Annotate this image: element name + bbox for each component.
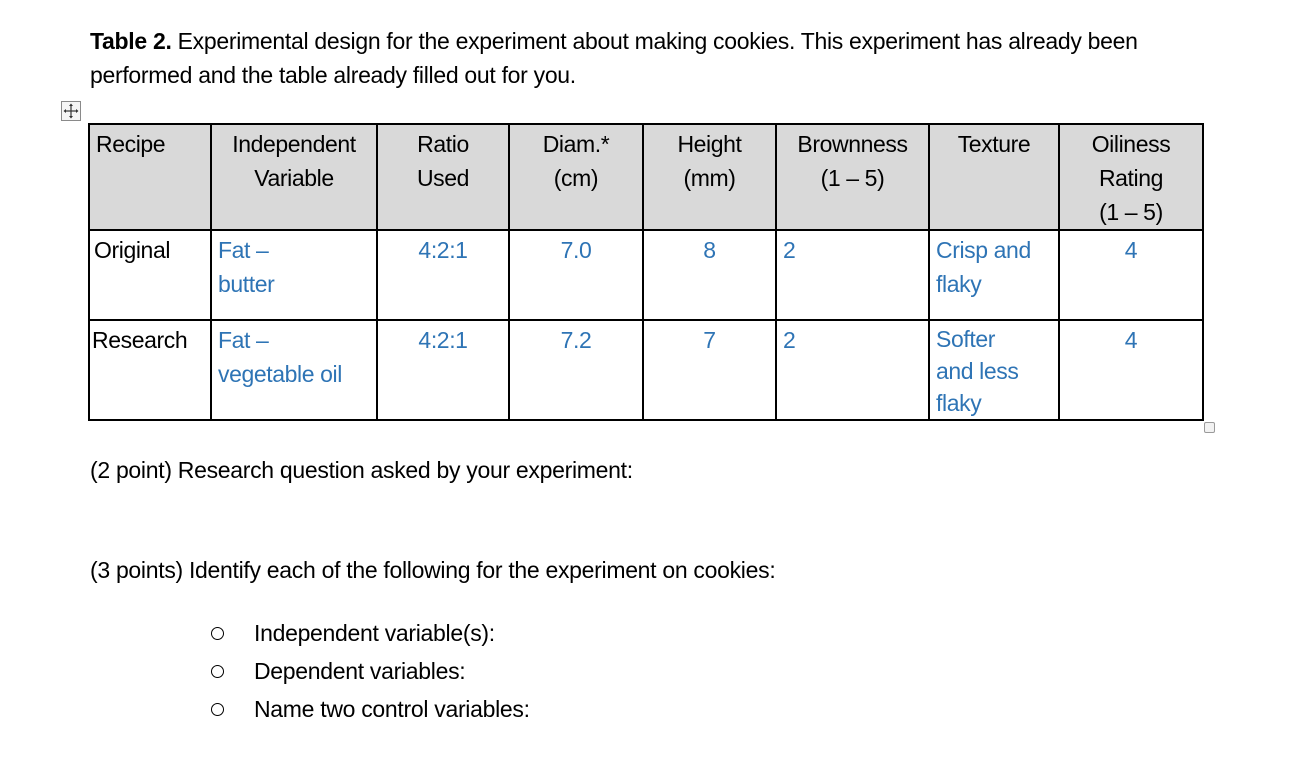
- bullet-circle-icon: [211, 626, 224, 640]
- cell-independent-variable[interactable]: Fat – butter: [210, 229, 378, 321]
- header-oiliness-rating: Oiliness Rating (1 – 5): [1058, 123, 1204, 231]
- move-arrows-icon: [63, 103, 79, 119]
- experimental-design-table: Recipe Independent Variable Ratio Used Dia…: [88, 123, 1204, 421]
- header-diameter: Diam.* (cm): [508, 123, 644, 231]
- research-question-prompt: (2 point) Research question asked by you…: [90, 457, 633, 483]
- cell-independent-variable[interactable]: Fat – vegetable oil: [210, 319, 378, 421]
- table-move-handle[interactable]: [61, 101, 81, 121]
- cell-ratio[interactable]: 4:2:1: [376, 319, 510, 421]
- identify-prompt: (3 points) Identify each of the followin…: [90, 557, 776, 583]
- caption-text: Experimental design for the experiment a…: [90, 28, 1138, 88]
- cell-ratio[interactable]: 4:2:1: [376, 229, 510, 321]
- bullet-circle-icon: [211, 664, 224, 678]
- table-row: Original Fat – butter 4:2:1 7.0 8 2 Crisp…: [88, 229, 1204, 321]
- cell-diameter[interactable]: 7.2: [508, 319, 644, 421]
- cell-brownness[interactable]: 2: [775, 229, 930, 321]
- header-ratio-used: Ratio Used: [376, 123, 510, 231]
- cell-recipe[interactable]: Original: [88, 229, 212, 321]
- bullet-circle-icon: [211, 702, 224, 716]
- table-header-row: Recipe Independent Variable Ratio Used Dia…: [88, 123, 1204, 231]
- list-item-text: Dependent variables:: [254, 658, 466, 684]
- list-item-text: Independent variable(s):: [254, 620, 495, 646]
- cell-texture[interactable]: Crisp and flaky: [928, 229, 1060, 321]
- cell-recipe[interactable]: Research: [88, 319, 212, 421]
- list-item: Independent variable(s):: [210, 614, 530, 652]
- header-height: Height (mm): [642, 123, 777, 231]
- cell-texture[interactable]: Softer and less flaky: [928, 319, 1060, 421]
- cell-oiliness[interactable]: 4: [1058, 229, 1204, 321]
- list-item-text: Name two control variables:: [254, 696, 530, 722]
- caption-label: Table 2.: [90, 28, 172, 54]
- header-independent-variable: Independent Variable: [210, 123, 378, 231]
- cell-brownness[interactable]: 2: [775, 319, 930, 421]
- header-recipe: Recipe: [88, 123, 212, 231]
- header-texture: Texture: [928, 123, 1060, 231]
- list-item: Dependent variables:: [210, 652, 530, 690]
- table-resize-handle[interactable]: [1204, 422, 1215, 433]
- table-row: Research Fat – vegetable oil 4:2:1 7.2 7 …: [88, 319, 1204, 421]
- cell-oiliness[interactable]: 4: [1058, 319, 1204, 421]
- identify-list: Independent variable(s): Dependent varia…: [210, 614, 530, 728]
- cell-height[interactable]: 8: [642, 229, 777, 321]
- table-caption: Table 2. Experimental design for the exp…: [90, 24, 1210, 92]
- list-item: Name two control variables:: [210, 690, 530, 728]
- cell-diameter[interactable]: 7.0: [508, 229, 644, 321]
- cell-height[interactable]: 7: [642, 319, 777, 421]
- header-brownness: Brownness (1 – 5): [775, 123, 930, 231]
